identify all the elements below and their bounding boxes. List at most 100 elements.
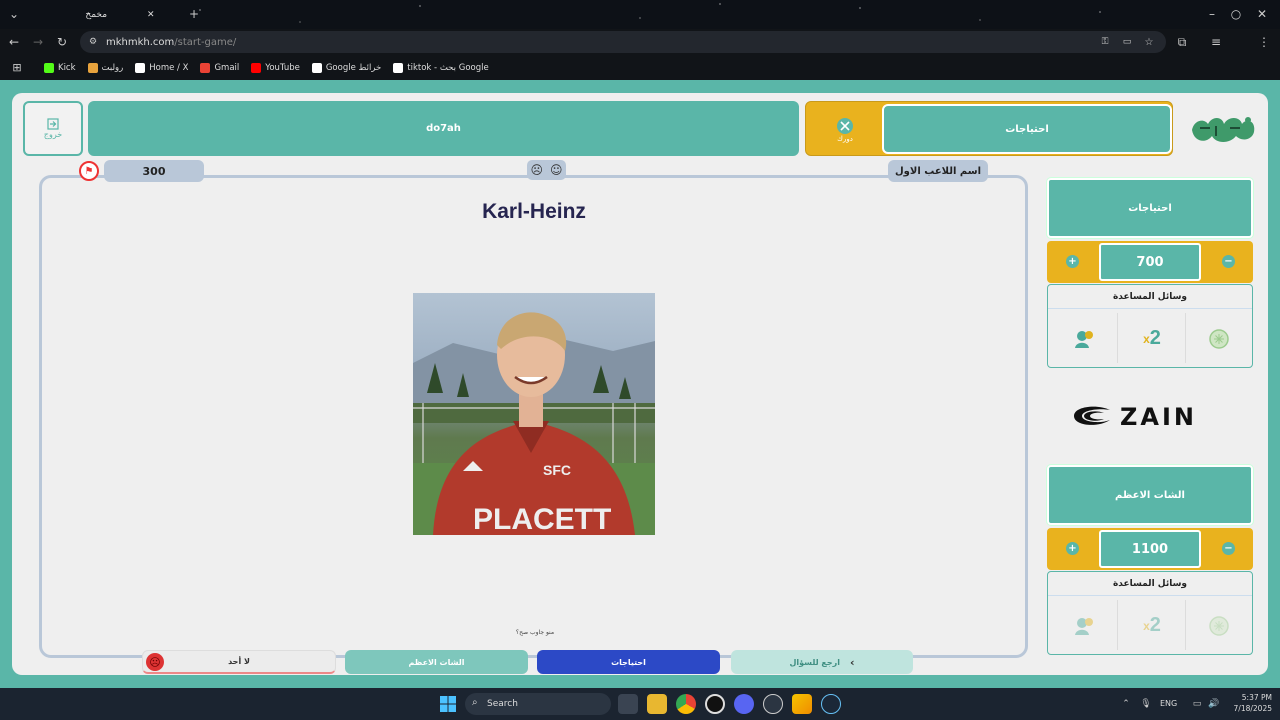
menu-icon[interactable]: ⋮	[1256, 34, 1272, 50]
tools-icon	[837, 117, 853, 134]
nobody-button[interactable]: ☹ لا أحد	[142, 650, 336, 674]
minimize-icon[interactable]: –	[1204, 6, 1220, 22]
taskbar-search[interactable]: ⌕ Search	[465, 693, 611, 715]
sad-face-icon: ☹	[146, 653, 164, 671]
hole-icon[interactable]	[1185, 310, 1253, 367]
taskbar-clock[interactable]: 5:37 PM 7/18/2025	[1230, 692, 1272, 716]
bookmark-label: tiktok - بحث Google	[407, 63, 489, 73]
bookmark-label: YouTube	[265, 63, 300, 73]
bookmark-star-icon[interactable]: ☆	[1142, 35, 1156, 49]
happy-face-icon[interactable]: ☺	[550, 163, 563, 177]
clock-time: 5:37 PM	[1241, 693, 1272, 702]
bookmark-item[interactable]: Home / X	[135, 63, 188, 73]
bookmarks-bar: ⊞ Kick رولبت Home / X Gmail YouTube Google خر…	[0, 56, 1280, 80]
volume-icon[interactable]: 🔊	[1207, 697, 1221, 711]
app-icon[interactable]	[763, 694, 783, 714]
bookmark-favicon-icon	[87, 63, 98, 73]
bookmark-item[interactable]: Google خرائط	[311, 63, 381, 73]
cast-icon[interactable]: ▭	[1120, 35, 1134, 49]
clock-date: 7/18/2025	[1233, 704, 1272, 713]
tray-chevron-icon[interactable]: ⌃	[1120, 697, 1132, 711]
windows-start-icon[interactable]	[440, 696, 456, 712]
search-icon: ⌕	[472, 697, 478, 708]
forward-icon[interactable]: →	[30, 34, 46, 50]
question-score: 300	[104, 160, 204, 182]
maximize-icon[interactable]: ○	[1228, 6, 1244, 22]
bookmark-favicon-icon	[135, 63, 146, 73]
back-icon[interactable]: ←	[6, 34, 22, 50]
team1-name-bar: احتياجات	[882, 104, 1172, 154]
sad-face-icon[interactable]: ☹	[530, 163, 543, 177]
sponsor-name: ZAIN	[1120, 403, 1197, 431]
apps-grid-icon[interactable]: ⊞	[10, 60, 24, 74]
team1-turn-box: دورك احتياجات	[805, 101, 1173, 156]
team1-score: 700	[1099, 243, 1201, 281]
back-label: ارجع للسؤال	[789, 657, 840, 667]
site-info-icon[interactable]: ⚙	[86, 35, 100, 49]
team1-panel-name: احتياجات	[1046, 177, 1254, 239]
discord-icon[interactable]	[734, 694, 754, 714]
editor-app-icon[interactable]	[792, 694, 812, 714]
call-friend-icon[interactable]	[1050, 310, 1118, 367]
window-close-icon[interactable]: ✕	[1254, 6, 1270, 22]
team2-panel-name: الشات الاعظم	[1046, 464, 1254, 526]
turn-indicator: دورك	[810, 105, 880, 154]
back-to-question-button[interactable]: ارجع للسؤال ‹	[731, 650, 913, 674]
tab-title: مخمخ	[85, 10, 108, 20]
answer-photo: PLACETT SFC	[413, 293, 655, 535]
answer-title: Karl-Heinz	[482, 200, 586, 223]
new-tab-icon[interactable]: +	[186, 6, 202, 22]
microphone-icon[interactable]: 🎙	[1140, 697, 1152, 711]
bookmark-label: Gmail	[214, 63, 240, 73]
team1-plus-button[interactable]: +	[1066, 255, 1079, 268]
chrome-icon[interactable]	[676, 694, 696, 714]
double-points-icon[interactable]: x2	[1118, 597, 1186, 654]
bookmark-label: Home / X	[149, 63, 189, 73]
url-host: mkhmkh.com	[106, 36, 175, 48]
password-key-icon[interactable]: ⚿	[1098, 35, 1112, 49]
report-flag-icon[interactable]: ⚑	[79, 161, 99, 181]
bookmark-favicon-icon	[44, 63, 54, 73]
team2-answer-button[interactable]: الشات الاعظم	[345, 650, 528, 674]
file-explorer-icon[interactable]	[647, 694, 667, 714]
team2-score: 1100	[1099, 530, 1201, 568]
address-bar[interactable]: ⚙ mkhmkh.com/start-game/ ⚿ ▭ ☆	[80, 31, 1166, 53]
team2-name-bar: do7ah	[88, 101, 799, 156]
search-placeholder: Search	[487, 699, 518, 709]
bookmark-label: Kick	[58, 63, 76, 73]
bookmark-favicon-icon	[200, 63, 211, 73]
browser-tab[interactable]: مخمخ ✕	[40, 4, 200, 26]
windows-taskbar	[0, 688, 1280, 720]
bookmark-item[interactable]: Kick	[44, 63, 76, 73]
bookmark-item[interactable]: رولبت	[87, 63, 124, 73]
language-indicator[interactable]: ENG	[1160, 699, 1177, 708]
exit-button[interactable]: خروج	[23, 101, 83, 156]
tab-list-icon[interactable]: ⌄	[6, 6, 22, 22]
bookmark-item[interactable]: tiktok - بحث Google	[393, 63, 489, 73]
double-points-icon[interactable]: x2	[1118, 310, 1186, 367]
team1-help-tools: وسائل المساعدة x2	[1047, 284, 1253, 368]
rating-faces: ☹ ☺	[527, 160, 566, 180]
bookmark-item[interactable]: Gmail	[200, 63, 239, 73]
exit-label: خروج	[43, 130, 63, 139]
call-friend-icon[interactable]	[1050, 597, 1118, 654]
steam-icon[interactable]	[821, 694, 841, 714]
reload-icon[interactable]: ↻	[54, 34, 70, 50]
team1-minus-button[interactable]: −	[1222, 255, 1235, 268]
bookmark-label: رولبت	[101, 63, 124, 73]
hole-icon[interactable]	[1185, 597, 1253, 654]
capture-app-icon[interactable]	[705, 694, 725, 714]
bookmark-favicon-icon	[251, 63, 262, 73]
close-tab-icon[interactable]: ✕	[147, 10, 155, 20]
reading-list-icon[interactable]: ≡	[1208, 34, 1224, 50]
chevron-left-icon: ‹	[849, 655, 855, 669]
task-view-icon[interactable]	[618, 694, 638, 714]
team2-minus-button[interactable]: −	[1222, 542, 1235, 555]
team1-answer-button[interactable]: احتياجات	[537, 650, 720, 674]
extensions-icon[interactable]: ⧉	[1174, 34, 1190, 50]
player-name-label: اسم اللاعب الاول	[888, 160, 988, 182]
site-logo[interactable]	[1186, 106, 1260, 152]
bookmark-item[interactable]: YouTube	[251, 63, 300, 73]
team2-plus-button[interactable]: +	[1066, 542, 1079, 555]
network-icon[interactable]: ▭	[1190, 697, 1204, 711]
